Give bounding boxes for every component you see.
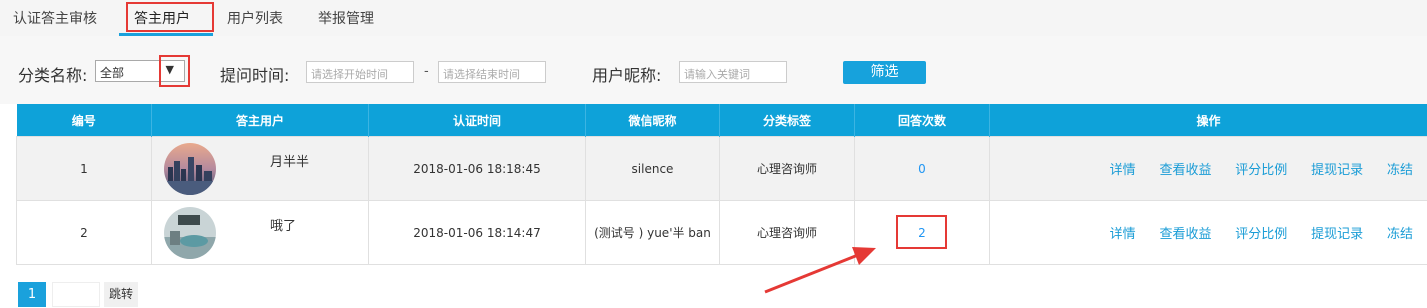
page-number-button[interactable]: 1 <box>18 282 46 307</box>
annotation-arrow <box>764 247 876 294</box>
page-jump-input[interactable] <box>52 282 100 307</box>
jump-button[interactable]: 跳转 <box>104 282 138 307</box>
